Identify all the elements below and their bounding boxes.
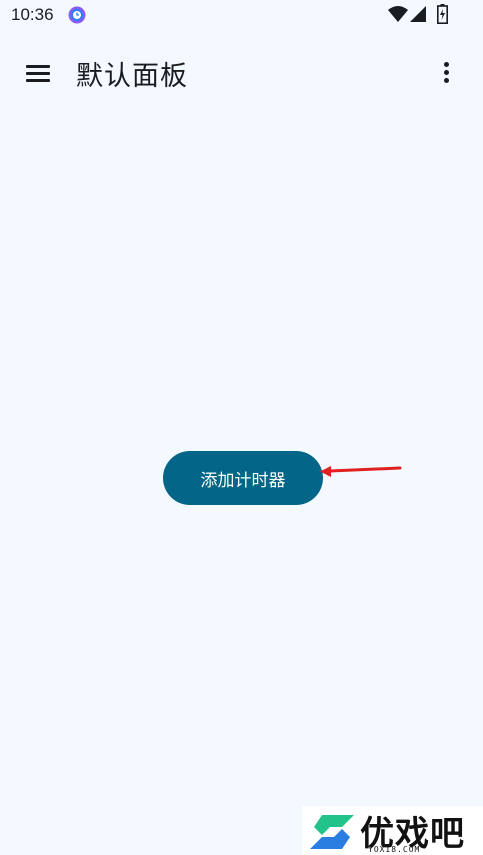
status-time: 10:36 [11, 5, 54, 24]
clock-app-icon [68, 6, 86, 24]
battery-icon [437, 4, 448, 24]
add-timer-button[interactable]: 添加计时器 [163, 451, 323, 505]
more-vert-icon[interactable] [432, 58, 462, 88]
annotation-arrow-icon [320, 466, 402, 477]
watermark-logo-icon [310, 815, 354, 849]
status-bar: 10:36 [0, 0, 483, 30]
signal-icon [410, 6, 426, 22]
watermark-domain: YOXI8.COM [368, 845, 421, 854]
wifi-icon [388, 6, 408, 22]
watermark: 优戏吧 YOXI8.COM [302, 806, 483, 855]
page-title: 默认面板 [76, 61, 188, 92]
hamburger-menu-icon[interactable] [19, 56, 57, 90]
app-bar: 默认面板 [0, 40, 483, 104]
